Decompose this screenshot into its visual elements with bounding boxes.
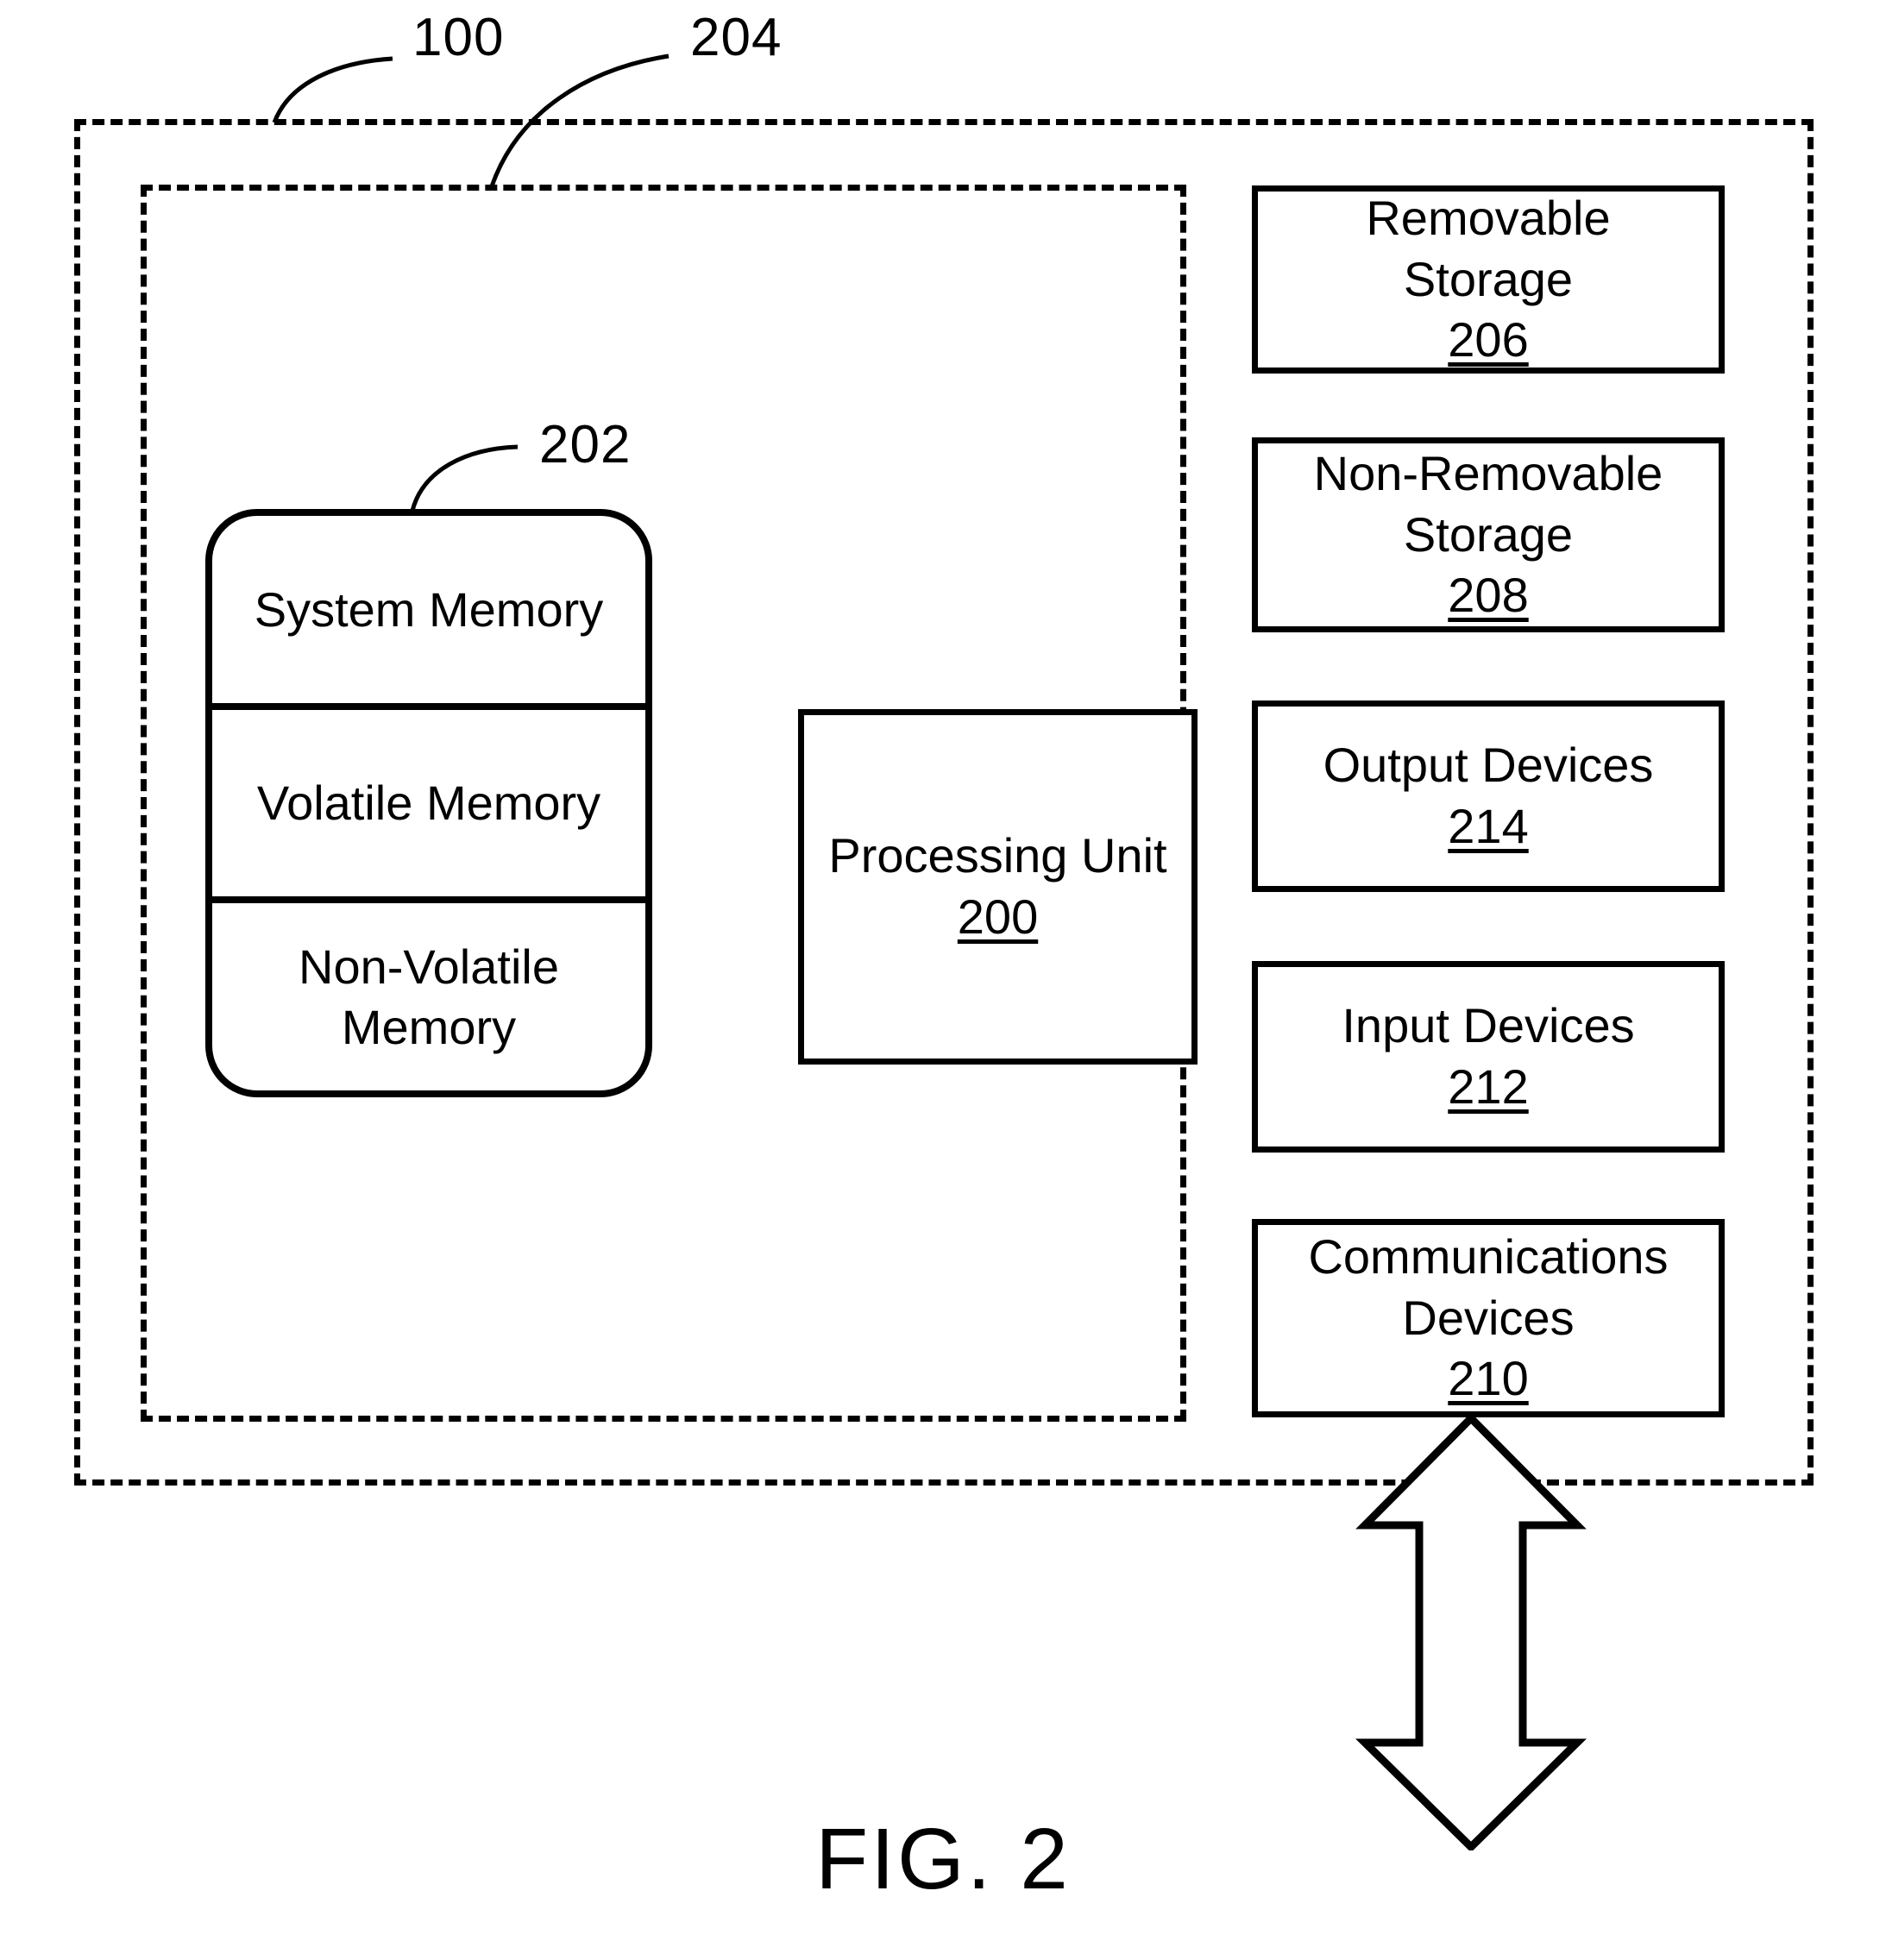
memory-cell-label: Non-Volatile Memory [212, 937, 645, 1057]
removable-storage-reference: 206 [1448, 312, 1529, 368]
memory-cell-label-line1: Non-Volatile [299, 939, 559, 995]
output-devices-label-line1: Output Devices [1323, 738, 1654, 793]
non-removable-storage-label-line1: Non-Removable [1313, 446, 1663, 501]
memory-cell-label: Volatile Memory [256, 776, 601, 831]
patent-figure-2: 100 204 202 System Memory Volatile Memor… [0, 0, 1886, 1960]
memory-cell-non-volatile-memory: Non-Volatile Memory [212, 896, 645, 1090]
input-devices-label-line1: Input Devices [1342, 998, 1635, 1053]
communications-devices-label-line2: Devices [1402, 1290, 1575, 1345]
communications-devices-reference: 210 [1448, 1351, 1529, 1406]
non-removable-storage-reference: 208 [1448, 568, 1529, 623]
figure-caption: FIG. 2 [815, 1811, 1071, 1907]
removable-storage-label-line1: Removable [1366, 191, 1611, 246]
processing-unit-box: Processing Unit 200 [798, 709, 1198, 1065]
communications-devices-label-line1: Communications [1308, 1229, 1669, 1285]
output-devices-box: Output Devices 214 [1252, 700, 1725, 892]
input-devices-reference: 212 [1448, 1059, 1529, 1114]
callout-number-202: 202 [539, 415, 632, 474]
callout-number-100: 100 [412, 8, 505, 67]
memory-cell-volatile-memory: Volatile Memory [212, 702, 645, 897]
system-memory-stack: System Memory Volatile Memory Non-Volati… [205, 509, 652, 1097]
memory-cell-system-memory: System Memory [212, 516, 645, 703]
memory-cell-label-line2: Memory [341, 999, 517, 1054]
memory-cell-label: System Memory [254, 581, 604, 637]
bidirectional-arrow-icon [1355, 1415, 1587, 1850]
output-devices-reference: 214 [1448, 799, 1529, 853]
removable-storage-label-line2: Storage [1403, 251, 1574, 306]
communications-devices-box: Communications Devices 210 [1252, 1219, 1725, 1417]
processing-unit-label: Processing Unit [828, 828, 1167, 883]
processing-unit-reference: 200 [957, 889, 1039, 944]
non-removable-storage-label-line2: Storage [1403, 506, 1574, 562]
removable-storage-box: Removable Storage 206 [1252, 185, 1725, 374]
input-devices-box: Input Devices 212 [1252, 961, 1725, 1153]
callout-number-204: 204 [690, 8, 783, 67]
non-removable-storage-box: Non-Removable Storage 208 [1252, 437, 1725, 632]
